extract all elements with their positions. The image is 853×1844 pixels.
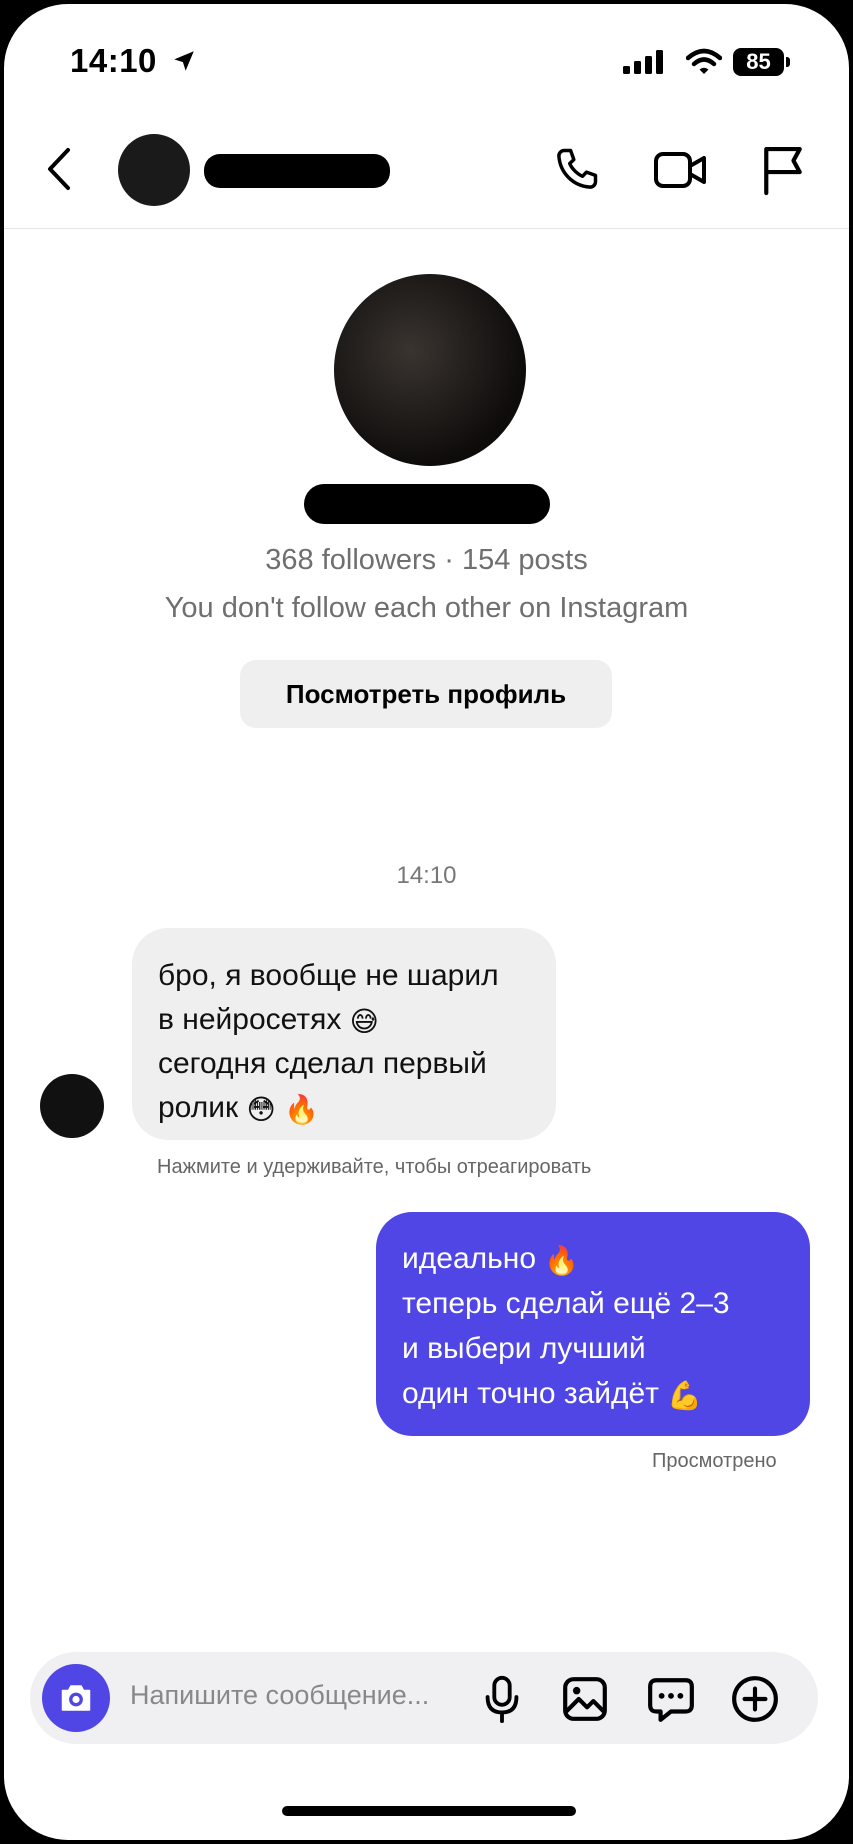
- fire-emoji: 🔥: [544, 1245, 580, 1276]
- view-profile-button[interactable]: Посмотреть профиль: [240, 660, 612, 728]
- gallery-icon[interactable]: [560, 1674, 610, 1724]
- profile-stats: 368 followers · 154 posts: [265, 544, 588, 576]
- react-hint: Нажмите и удерживайте, чтобы отреагирова…: [157, 1156, 592, 1178]
- chat-header: [4, 114, 849, 229]
- home-indicator[interactable]: [282, 1806, 576, 1816]
- grinning-sweat-emoji: 😅: [349, 1006, 379, 1037]
- battery-tip: [786, 57, 790, 67]
- message-line: в нейросетях 😅: [158, 1003, 379, 1037]
- mic-icon[interactable]: [482, 1674, 522, 1724]
- message-composer: Напишите сообщение...: [30, 1652, 818, 1744]
- status-time: 14:10: [70, 42, 157, 79]
- message-line: один точно зайдёт 💪: [402, 1377, 703, 1411]
- battery-indicator: 85: [733, 48, 784, 76]
- follow-relation: You don't follow each other on Instagram: [164, 592, 689, 624]
- message-input[interactable]: Напишите сообщение...: [130, 1680, 429, 1711]
- message-line: ролик 😳 🔥: [158, 1091, 319, 1125]
- plus-icon[interactable]: [730, 1674, 780, 1724]
- camera-button[interactable]: [42, 1664, 110, 1732]
- fire-emoji: 🔥: [284, 1094, 319, 1125]
- flushed-emoji: 😳: [246, 1094, 276, 1125]
- flag-icon[interactable]: [760, 144, 806, 196]
- signal-icon: [623, 50, 663, 74]
- outgoing-message[interactable]: идеально 🔥 теперь сделай ещё 2–3 и выбер…: [376, 1212, 810, 1436]
- contact-name[interactable]: [204, 154, 390, 188]
- flexed-biceps-emoji: 💪: [667, 1380, 703, 1411]
- message-line: теперь сделай ещё 2–3: [402, 1287, 730, 1320]
- profile-avatar[interactable]: [334, 274, 526, 466]
- incoming-message[interactable]: бро, я вообще не шарил в нейросетях 😅 се…: [132, 928, 556, 1140]
- seen-status: Просмотрено: [652, 1450, 777, 1472]
- message-line: бро, я вообще не шарил: [158, 959, 499, 992]
- thread-timestamp: 14:10: [396, 862, 457, 889]
- sender-avatar[interactable]: [40, 1074, 104, 1138]
- phone-icon[interactable]: [550, 144, 602, 196]
- location-arrow-icon: [174, 51, 194, 71]
- phone-frame: 14:10 85 368 followers · 154 posts You d…: [0, 0, 853, 1844]
- video-icon[interactable]: [652, 144, 708, 196]
- sticker-icon[interactable]: [646, 1674, 696, 1724]
- camera-icon: [61, 1685, 91, 1711]
- contact-avatar[interactable]: [118, 134, 190, 206]
- back-chevron-icon[interactable]: [44, 144, 74, 194]
- chat-screen: 14:10 85 368 followers · 154 posts You d…: [4, 4, 849, 1840]
- message-line: сегодня сделал первый: [158, 1047, 487, 1080]
- wifi-icon: [686, 48, 722, 74]
- profile-name: [304, 484, 550, 524]
- message-line: и выбери лучший: [402, 1332, 646, 1365]
- status-bar: 14:10 85: [4, 4, 849, 114]
- message-line: идеально 🔥: [402, 1242, 580, 1276]
